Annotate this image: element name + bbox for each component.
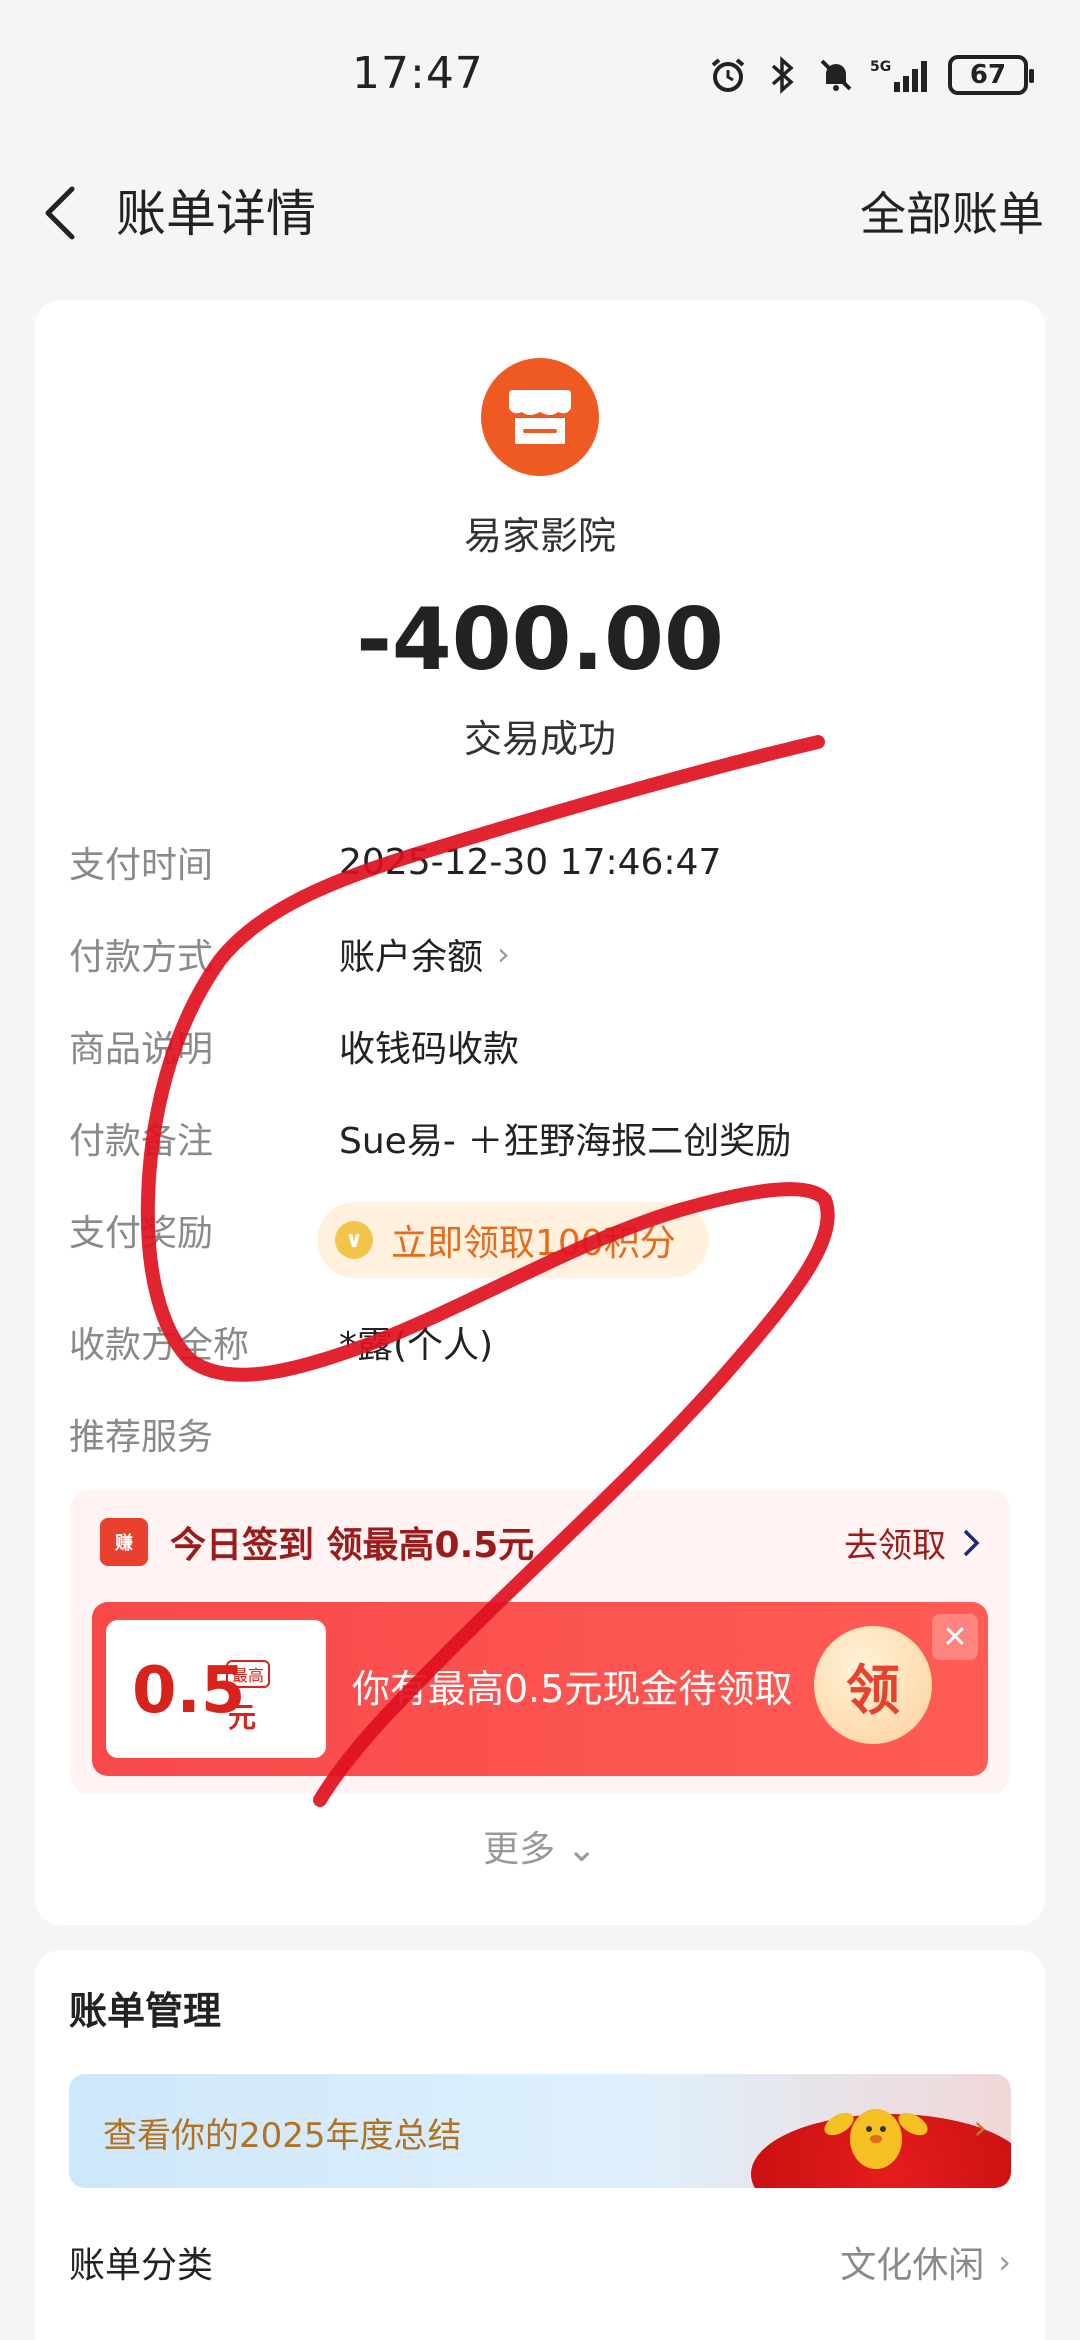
transaction-amount: -400.00 (356, 590, 724, 690)
shop-icon (509, 390, 571, 444)
detail-row-pay-time: 支付时间 2025-12-30 17:46:47 (69, 832, 1009, 892)
row-label: 商品说明 (69, 1029, 214, 1070)
detail-row-payee: 收款方全称 *露(个人) (69, 1312, 1009, 1372)
svg-text:5G: 5G (870, 59, 891, 75)
row-value: 账户余额 › (339, 928, 510, 980)
mascot-icon (824, 2109, 928, 2169)
promo-claim-link[interactable]: 去领取 (844, 1518, 986, 1567)
chevron-right-icon (963, 1529, 980, 1556)
chevron-right-icon: › (998, 2243, 1011, 2281)
close-icon[interactable]: ✕ (932, 1614, 978, 1660)
reward-text: 立即领取100积分 (391, 1223, 676, 1264)
row-value: *露(个人) (339, 1325, 494, 1366)
promo-title: 今日签到 领最高0.5元 (170, 1525, 535, 1566)
detail-row-description: 商品说明 收钱码收款 (69, 1016, 1009, 1076)
section-title: 账单管理 (69, 1989, 222, 2033)
summary-text: 查看你的2025年度总结 (103, 2116, 462, 2156)
merchant-logo (481, 358, 599, 476)
calendar-icon: 赚 (100, 1518, 148, 1566)
battery-indicator: 67 (948, 55, 1034, 95)
nav-bar: 账单详情 全部账单 (0, 160, 1080, 260)
alarm-icon (708, 55, 748, 95)
reward-claim-button[interactable]: ∨ 立即领取100积分 (317, 1202, 709, 1278)
row-label: 付款备注 (69, 1121, 214, 1162)
all-bills-link[interactable]: 全部账单 (860, 178, 1044, 244)
chevron-down-icon: ⌄ (566, 1829, 597, 1870)
merchant-name: 易家影院 (463, 514, 616, 558)
coupon-unit: 元 (228, 1701, 257, 1734)
coupon-tag: 最高 (226, 1660, 271, 1688)
detail-row-recommend: 推荐服务 (69, 1404, 1009, 1464)
bluetooth-icon (762, 55, 802, 95)
grab-button[interactable]: 领 (814, 1626, 932, 1744)
category-value: 文化休闲 › (840, 2236, 1011, 2288)
detail-row-payment-method[interactable]: 付款方式 账户余额 › (69, 924, 1009, 984)
detail-row-remark: 付款备注 Sue易- ＋狂野海报二创奖励 (69, 1108, 1009, 1168)
row-label: 推荐服务 (69, 1417, 214, 1458)
row-value: 2025-12-30 17:46:47 (339, 841, 722, 883)
banner-text: 你有最高0.5元现金待领取 (352, 1667, 793, 1711)
status-icons: 5G 67 (708, 52, 1034, 98)
back-button[interactable] (30, 178, 90, 248)
promo-header: 赚 今日签到 领最高0.5元 (100, 1516, 534, 1568)
row-label: 收款方全称 (69, 1325, 250, 1366)
annual-summary-banner[interactable]: 查看你的2025年度总结 › (69, 2074, 1011, 2188)
status-bar: 17:47 5G 67 (0, 0, 1080, 150)
more-toggle[interactable]: 更多 ⌄ (35, 1820, 1045, 1872)
coupon-card: 0.5 最高 元 (106, 1620, 326, 1758)
category-value-text: 文化休闲 (840, 2245, 985, 2286)
status-time: 17:47 (352, 48, 484, 99)
transaction-status: 交易成功 (463, 717, 616, 761)
row-label: 付款方式 (69, 937, 214, 978)
bill-detail-card: 易家影院 -400.00 交易成功 支付时间 2025-12-30 17:46:… (35, 300, 1045, 1925)
chevron-right-icon: › (973, 2108, 987, 2148)
row-label: 支付时间 (69, 845, 214, 886)
bill-category-row[interactable]: 账单分类 文化休闲 › (69, 2232, 1011, 2292)
signin-promo: 赚 今日签到 领最高0.5元 去领取 0.5 最高 元 你有最高0.5元现金待领… (70, 1490, 1010, 1794)
back-arrow-icon (45, 186, 75, 240)
category-label: 账单分类 (69, 2245, 214, 2286)
signal-icon: 5G (870, 55, 934, 95)
mute-bell-icon (816, 55, 856, 95)
page-title: 账单详情 (116, 185, 316, 243)
promo-action-label: 去领取 (844, 1526, 946, 1566)
chevron-right-icon: › (497, 935, 510, 973)
bill-management-card: 账单管理 查看你的2025年度总结 › 账单分类 文化休闲 › (35, 1950, 1045, 2340)
row-value: 收钱码收款 (339, 1029, 520, 1070)
cash-banner[interactable]: 0.5 最高 元 你有最高0.5元现金待领取 领 ✕ (92, 1602, 988, 1776)
coin-icon: ∨ (335, 1221, 373, 1259)
row-label: 支付奖励 (69, 1213, 214, 1254)
payment-method-value: 账户余额 (339, 937, 484, 978)
more-label: 更多 (483, 1829, 556, 1870)
row-value: Sue易- ＋狂野海报二创奖励 (339, 1121, 792, 1162)
